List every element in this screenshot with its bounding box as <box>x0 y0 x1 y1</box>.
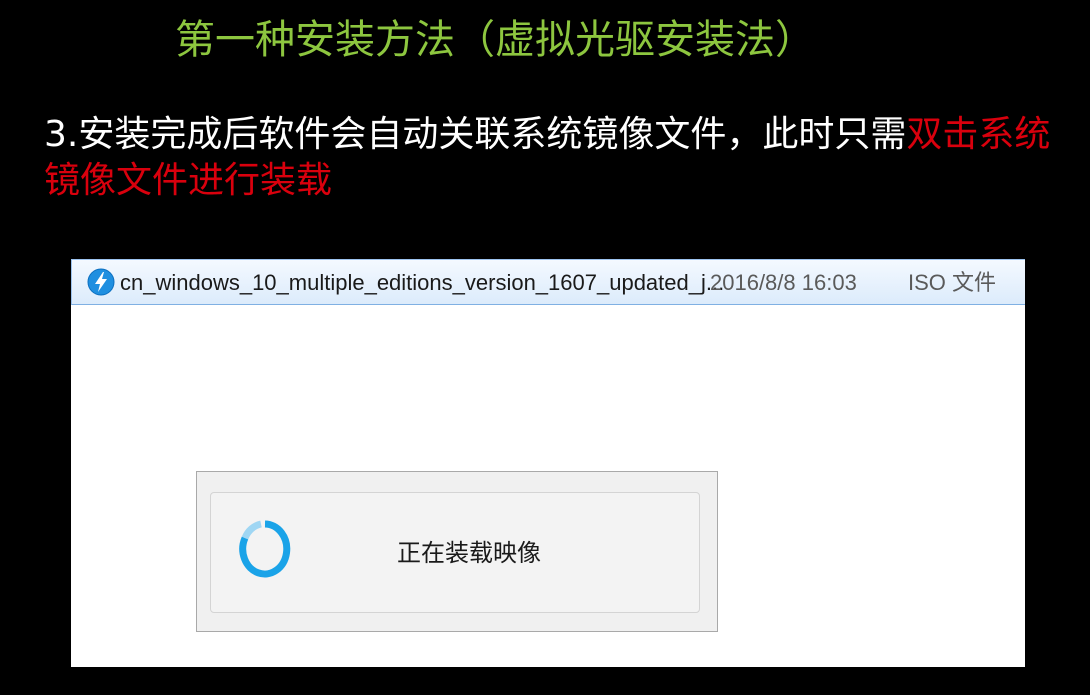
mount-progress-dialog: 正在装载映像 <box>196 471 718 632</box>
file-type: ISO 文件 <box>908 270 997 295</box>
instruction-part-normal: 3.安装完成后软件会自动关联系统镜像文件，此时只需 <box>44 114 907 155</box>
explorer-screenshot: cn_windows_10_multiple_editions_version_… <box>71 259 1025 667</box>
file-name: cn_windows_10_multiple_editions_version_… <box>120 270 725 295</box>
file-list-row[interactable]: cn_windows_10_multiple_editions_version_… <box>71 259 1025 305</box>
file-modified-date: 2016/8/8 16:03 <box>710 270 857 295</box>
lightning-bolt-icon <box>87 268 115 296</box>
loading-spinner-icon <box>239 520 291 578</box>
instruction-text: 3.安装完成后软件会自动关联系统镜像文件，此时只需双击系统镜像文件进行装载 <box>44 112 1074 204</box>
mount-status-text: 正在装载映像 <box>397 539 541 567</box>
slide-title: 第一种安装方法（虚拟光驱安装法） <box>175 17 815 63</box>
mount-progress-panel: 正在装载映像 <box>210 492 700 613</box>
